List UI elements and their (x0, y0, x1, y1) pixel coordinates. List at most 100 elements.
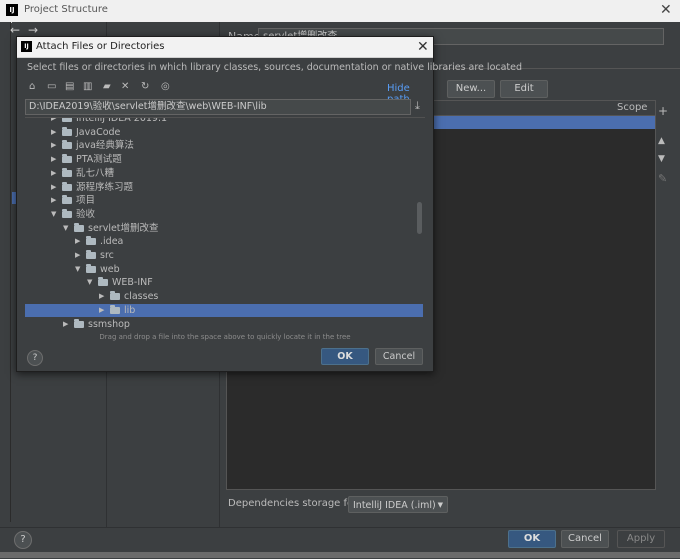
forward-arrow-icon[interactable]: → (28, 23, 38, 37)
folder-icon (62, 208, 72, 218)
chevron-right-icon[interactable]: ▶ (75, 235, 83, 248)
file-tree[interactable]: ▶ IntelliJ IDEA 2019.1 ▶ JavaCode ▶ java经典算法 ▶… (25, 117, 425, 332)
refresh-icon[interactable]: ↻ (141, 81, 149, 92)
tree-row[interactable]: ▼ web (25, 263, 423, 276)
tree-row[interactable]: ▶ .idea (25, 235, 423, 248)
tree-row-label: 源程序练习题 (76, 181, 134, 193)
chevron-right-icon[interactable]: ▶ (63, 318, 71, 331)
folder-icon (62, 126, 72, 136)
edit-button[interactable]: Edit (500, 80, 548, 98)
chevron-right-icon[interactable]: ▶ (51, 139, 59, 152)
desktop-icon[interactable]: ▭ (47, 81, 56, 92)
tree-row[interactable]: ▼ servlet增删改查 (25, 222, 423, 235)
move-down-icon[interactable]: ▼ (658, 154, 665, 164)
tree-row-label: classes (124, 291, 159, 303)
tree-row[interactable]: ▶ 源程序练习题 (25, 181, 423, 194)
tree-row[interactable]: ▶ ssmshop (25, 318, 423, 331)
tree-row[interactable]: ▶ lib (25, 303, 423, 317)
tree-row-label: 乱七八糟 (76, 167, 115, 179)
delete-icon[interactable]: ✕ (121, 81, 129, 92)
edit-pencil-icon[interactable]: ✎ (658, 172, 667, 185)
project-icon[interactable]: ▤ (65, 81, 74, 92)
folder-icon (110, 291, 120, 301)
tree-row[interactable]: ▶ 乱七八糟 (25, 167, 423, 180)
dialog-help-icon[interactable]: ? (27, 350, 43, 366)
tree-row-label: .idea (100, 236, 124, 248)
chevron-down-icon[interactable]: ▼ (87, 276, 95, 289)
outer-window-title: Project Structure (24, 4, 108, 15)
chevron-down-icon[interactable]: ▼ (51, 208, 59, 221)
path-input[interactable]: D:\IDEA2019\验收\servlet增删改查\web\WEB-INF\l… (25, 99, 411, 115)
dialog-close-icon[interactable]: ✕ (417, 39, 429, 55)
chevron-right-icon[interactable]: ▶ (51, 167, 59, 180)
folder-icon (86, 250, 96, 259)
tree-row[interactable]: ▼ 验收 (25, 208, 423, 221)
folder-icon (98, 277, 108, 287)
tree-row-label: IntelliJ IDEA 2019.1 (76, 117, 168, 124)
storage-format-value: IntelliJ IDEA (.iml) (353, 500, 436, 511)
chevron-right-icon[interactable]: ▶ (51, 181, 59, 194)
chevron-right-icon[interactable]: ▶ (99, 290, 107, 303)
folder-icon (62, 167, 72, 177)
tree-scrollbar[interactable] (417, 202, 422, 234)
dialog-cancel-button[interactable]: Cancel (375, 348, 423, 365)
tree-row-label: PTA测试题 (76, 154, 122, 166)
folder-icon (86, 236, 96, 246)
drag-drop-hint: Drag and drop a file into the space abov… (99, 333, 351, 341)
tree-row[interactable]: ▶ 项目 (25, 194, 423, 207)
home-icon[interactable]: ⌂ (29, 81, 35, 92)
tree-row[interactable]: ▶ PTA测试题 (25, 153, 423, 166)
tree-row[interactable]: ▶ JavaCode (25, 126, 423, 139)
dialog-title-bar: IJ Attach Files or Directories ✕ (17, 37, 433, 58)
outer-cancel-button[interactable]: Cancel (561, 530, 609, 548)
chevron-down-icon[interactable]: ▼ (75, 263, 83, 276)
tree-row-label: 验收 (76, 208, 96, 220)
tree-row-label: ssmshop (88, 318, 130, 330)
dependencies-side-toolbar: + ▲ ▼ ✎ (656, 100, 676, 200)
dialog-toolbar: ⌂ ▭ ▤ ▥ ▰ ✕ ↻ ◎ (25, 81, 425, 97)
folder-icon (62, 195, 72, 205)
chevron-right-icon[interactable]: ▶ (75, 249, 83, 262)
back-arrow-icon[interactable]: ← (10, 23, 20, 37)
chevron-right-icon[interactable]: ▶ (51, 118, 59, 125)
tree-row[interactable]: ▶ java经典算法 (25, 139, 423, 152)
module-icon[interactable]: ▥ (83, 81, 92, 92)
chevron-right-icon[interactable]: ▶ (99, 304, 107, 317)
outer-close-icon[interactable]: ✕ (660, 2, 672, 18)
folder-icon (74, 318, 84, 328)
chevron-down-icon[interactable]: ▼ (63, 222, 71, 235)
chevron-right-icon[interactable]: ▶ (51, 194, 59, 207)
outer-help-icon[interactable]: ? (14, 531, 32, 549)
dialog-ok-button[interactable]: OK (321, 348, 369, 365)
folder-icon (62, 140, 72, 150)
tree-row-label: lib (124, 304, 136, 316)
left-edge-panel (0, 22, 11, 522)
outer-title-bar: IJ Project Structure ✕ (0, 0, 680, 23)
tree-row-label: 项目 (76, 195, 96, 207)
tree-row[interactable]: ▶ src (25, 249, 423, 262)
scope-column-header[interactable]: Scope (617, 102, 647, 113)
folder-icon (86, 263, 96, 273)
chevron-right-icon[interactable]: ▶ (51, 126, 59, 139)
storage-format-select[interactable]: IntelliJ IDEA (.iml) ▼ (348, 496, 448, 513)
intellij-logo-icon: IJ (6, 4, 18, 16)
intellij-logo-icon: IJ (21, 41, 32, 52)
show-hidden-icon[interactable]: ◎ (161, 81, 170, 92)
tree-row[interactable]: ▼ WEB-INF (25, 276, 423, 289)
new-folder-icon[interactable]: ▰ (103, 81, 111, 92)
attach-files-dialog: IJ Attach Files or Directories ✕ Select … (16, 36, 523, 372)
folder-icon (110, 304, 120, 314)
tree-row[interactable]: ▶ IntelliJ IDEA 2019.1 (25, 117, 423, 125)
tree-row[interactable]: ▶ classes (25, 290, 423, 303)
move-up-icon[interactable]: ▲ (658, 136, 665, 146)
dialog-description: Select files or directories in which lib… (27, 62, 523, 73)
new-button[interactable]: New... (447, 80, 495, 98)
desktop-strip (0, 552, 680, 558)
outer-ok-button[interactable]: OK (508, 530, 556, 548)
tree-row-label: WEB-INF (112, 277, 153, 289)
add-dependency-icon[interactable]: + (658, 104, 668, 118)
outer-apply-button[interactable]: Apply (617, 530, 665, 548)
chevron-right-icon[interactable]: ▶ (51, 153, 59, 166)
download-icon[interactable]: ⤓ (415, 99, 420, 113)
tree-row-label: JavaCode (76, 126, 121, 138)
